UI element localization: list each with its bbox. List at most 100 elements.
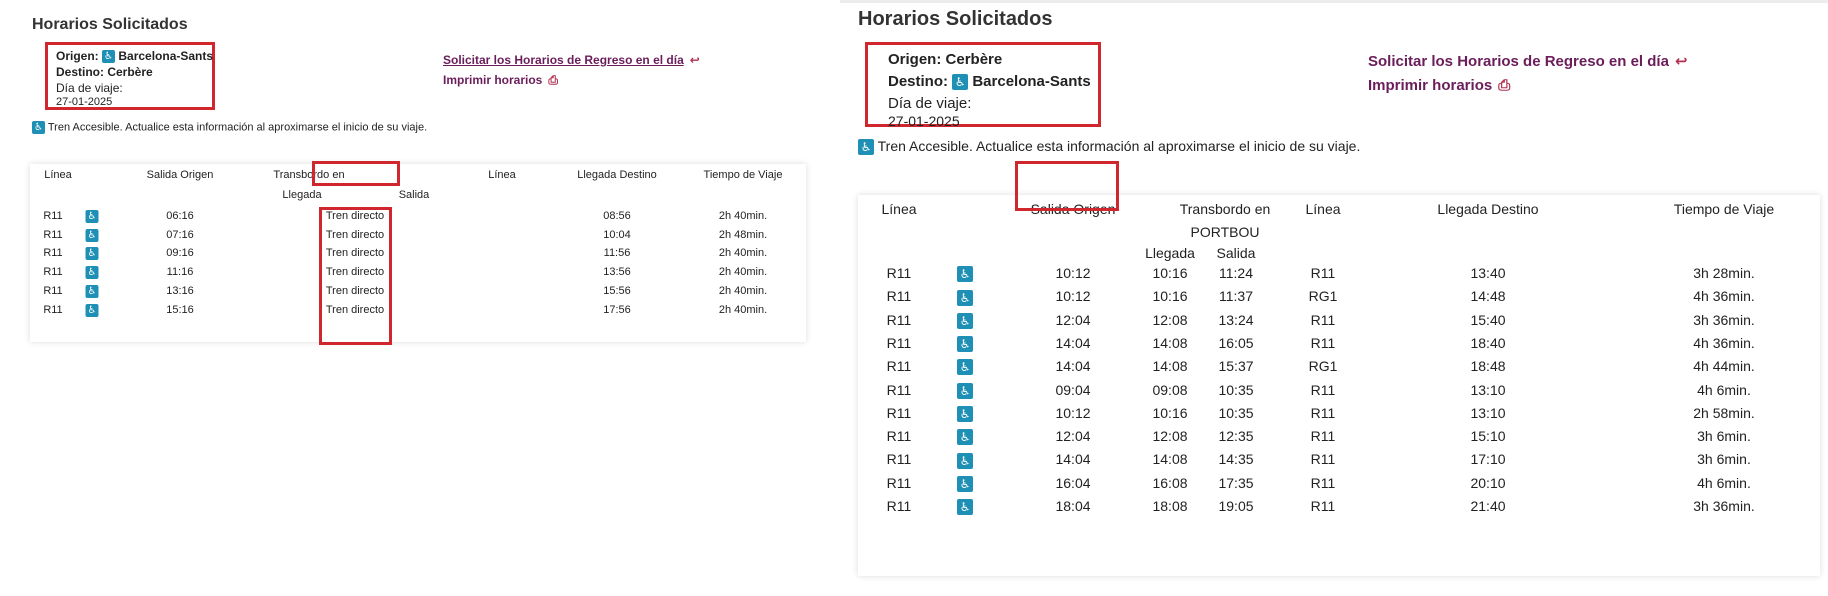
transfer-departure-cell: 17:35 <box>1218 474 1254 491</box>
line-2-cell: R11 <box>1310 311 1336 328</box>
departure-cell: 11:16 <box>166 266 194 279</box>
line-2-cell: RG1 <box>1308 358 1338 375</box>
line-cell: R11 <box>886 451 912 468</box>
transfer-station: PORTBOU <box>1190 224 1260 240</box>
transfer-departure-cell: 16:05 <box>1218 334 1254 351</box>
arrival-cell: 13:10 <box>1470 381 1506 398</box>
transfer-arrival-cell: 14:08 <box>1152 358 1188 375</box>
col-header-line-2: Línea <box>488 169 516 181</box>
col-header-travel-time: Tiempo de Viaje <box>1673 201 1775 217</box>
line-2-cell: R11 <box>1310 428 1336 445</box>
subheader-arrival: Llegada <box>1145 245 1195 261</box>
travel-time-cell: 2h 48min. <box>718 228 768 241</box>
travel-time-cell: 4h 6min. <box>1697 474 1751 491</box>
arrival-cell: 15:10 <box>1470 428 1506 445</box>
line-cell: R11 <box>43 303 63 316</box>
transfer-arrival-cell: 12:08 <box>1152 311 1188 328</box>
arrival-cell: 14:48 <box>1470 288 1506 305</box>
transfer-departure-cell: 14:35 <box>1218 451 1254 468</box>
travel-time-cell: 4h 36min. <box>1693 288 1755 305</box>
print-schedule-link[interactable]: Imprimir horarios ⎙ <box>1368 74 1688 98</box>
wheelchair-icon-cell: ♿ <box>85 303 99 317</box>
origin-label: Origen: <box>56 49 99 63</box>
line-cell: R11 <box>43 266 63 279</box>
departure-cell: 09:04 <box>1055 381 1091 398</box>
wheelchair-icon-cell: ♿ <box>957 451 973 469</box>
wheelchair-icon: ♿ <box>957 336 973 353</box>
line-2-cell: R11 <box>1310 451 1336 468</box>
col-header-line: Línea <box>881 201 917 217</box>
wheelchair-icon-cell: ♿ <box>957 265 973 283</box>
wheelchair-icon: ♿ <box>85 247 99 261</box>
return-arrow-icon: ↩ <box>689 53 700 67</box>
departure-cell: 16:04 <box>1055 474 1091 491</box>
wheelchair-icon: ♿ <box>858 139 874 156</box>
line-cell: R11 <box>43 247 63 260</box>
wheelchair-icon-cell: ♿ <box>957 335 973 353</box>
travel-time-cell: 2h 40min. <box>718 266 768 279</box>
line-2-cell: RG1 <box>1308 288 1338 305</box>
wheelchair-icon: ♿ <box>85 210 99 223</box>
wheelchair-icon: ♿ <box>32 121 45 134</box>
origin-line: Origen: Cerbère <box>888 51 1002 68</box>
col-header-arrival: Llegada Destino <box>1437 201 1539 217</box>
transfer-departure-cell: 13:24 <box>1218 311 1254 328</box>
transfer-departure-cell: 10:35 <box>1218 381 1254 398</box>
subheader-departure: Salida <box>398 189 430 201</box>
travel-time-cell: 3h 36min. <box>1693 498 1755 514</box>
departure-cell: 13:16 <box>166 284 194 297</box>
arrival-cell: 13:56 <box>603 266 631 279</box>
line-cell: R11 <box>886 358 912 375</box>
wheelchair-icon-cell: ♿ <box>957 358 973 376</box>
departure-cell: 12:04 <box>1055 428 1091 445</box>
arrival-cell: 18:48 <box>1470 358 1506 375</box>
travel-time-cell: 3h 6min. <box>1697 451 1751 468</box>
print-schedule-link[interactable]: Imprimir horarios ⎙ <box>443 70 700 90</box>
transfer-arrival-cell: 16:08 <box>1152 474 1188 491</box>
col-header-line-2: Línea <box>1305 201 1341 217</box>
wheelchair-icon: ♿ <box>957 289 973 306</box>
origin-label: Origen: <box>888 51 942 68</box>
destination-value: Cerbère <box>107 65 153 79</box>
travel-time-cell: 2h 40min. <box>718 210 768 222</box>
return-schedule-link[interactable]: Solicitar los Horarios de Regreso en el … <box>1368 50 1688 74</box>
departure-cell: 10:12 <box>1055 404 1091 421</box>
transfer-arrival-cell: 18:08 <box>1152 498 1188 514</box>
travel-date: 27-01-2025 <box>888 113 960 129</box>
right-schedule-panel: Horarios Solicitados Origen: Cerbère Des… <box>840 0 1828 596</box>
wheelchair-icon: ♿ <box>102 50 116 64</box>
wheelchair-icon: ♿ <box>957 266 973 283</box>
transfer-departure-cell: 19:05 <box>1218 498 1254 514</box>
transfer-departure-cell: 10:35 <box>1218 404 1254 421</box>
travel-time-cell: 4h 44min. <box>1693 358 1755 375</box>
travel-time-cell: 2h 58min. <box>1693 404 1755 421</box>
travel-time-cell: 2h 40min. <box>718 303 768 316</box>
col-header-line: Línea <box>44 169 72 181</box>
travel-time-cell: 4h 36min. <box>1693 334 1755 351</box>
transfer-departure-cell: 12:35 <box>1218 428 1254 445</box>
wheelchair-icon: ♿ <box>85 284 99 298</box>
line-cell: R11 <box>886 381 912 398</box>
arrival-cell: 17:56 <box>603 303 631 316</box>
departure-cell: 15:16 <box>166 303 194 316</box>
departure-cell: 09:16 <box>166 247 194 260</box>
departure-cell: 10:12 <box>1055 288 1091 305</box>
line-2-cell: R11 <box>1310 381 1336 398</box>
transfer-departure-cell: 11:37 <box>1219 288 1253 305</box>
departure-cell: 14:04 <box>1055 358 1091 375</box>
transfer-arrival-cell: 10:16 <box>1152 404 1188 421</box>
action-links: Solicitar los Horarios de Regreso en el … <box>443 50 700 90</box>
transfer-departure-cell: 15:37 <box>1218 358 1254 375</box>
arrival-cell: 15:40 <box>1470 311 1506 328</box>
travel-time-cell: 3h 36min. <box>1693 311 1755 328</box>
arrival-cell: 13:40 <box>1470 265 1506 281</box>
page-title: Horarios Solicitados <box>32 16 188 33</box>
return-schedule-link[interactable]: Solicitar los Horarios de Regreso en el … <box>443 50 700 70</box>
arrival-cell: 13:10 <box>1470 404 1506 421</box>
transfer-arrival-cell: 14:08 <box>1152 334 1188 351</box>
travel-time-cell: 3h 28min. <box>1693 265 1755 281</box>
departure-cell: 12:04 <box>1055 311 1091 328</box>
arrival-cell: 17:10 <box>1470 451 1506 468</box>
schedule-table: Línea Salida Origen Transbordo en PORTBO… <box>858 195 1820 576</box>
destination-line: Destino: Cerbère <box>56 65 153 79</box>
